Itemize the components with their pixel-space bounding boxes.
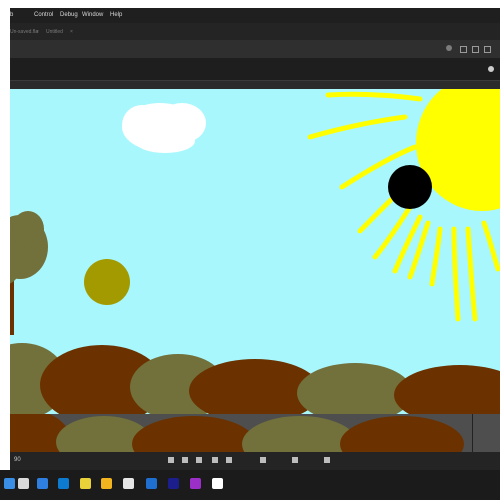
gold-circle [84,259,130,305]
timeline-controls: 90 [10,452,500,470]
windows-taskbar [0,470,500,500]
play-icon[interactable] [446,45,452,51]
chrome-icon[interactable] [80,478,91,489]
window-icon[interactable] [484,46,491,53]
menu-bar: b Control Debug Window Help [10,8,500,23]
stage-canvas[interactable] [10,89,500,414]
search-icon[interactable] [18,478,29,489]
menu-item-view[interactable]: b [10,12,13,18]
scrollbar-divider [472,414,473,452]
black-circle [388,165,432,209]
taskview-icon[interactable] [37,478,48,489]
tab-untitled-close-icon[interactable]: × [70,29,73,35]
tab-unsaved[interactable]: Un-saved.fla [10,29,38,35]
store-icon[interactable] [123,478,134,489]
play-icon[interactable] [196,457,202,463]
word-icon[interactable] [212,478,223,489]
play-icon[interactable] [324,457,330,463]
loop-icon[interactable] [226,457,232,463]
settings-icon[interactable] [472,46,479,53]
rewind-icon[interactable] [168,457,174,463]
tab-unsaved-close-icon[interactable]: × [36,29,39,35]
tab-untitled[interactable]: Untitled [46,29,63,35]
mail-icon[interactable] [146,478,157,489]
top-toolbar [10,40,500,58]
tree [10,211,48,335]
grid-icon[interactable] [460,46,467,53]
animate-icon[interactable] [190,478,201,489]
edit-bar [10,58,500,81]
document-tab-bar: Un-saved.fla × Untitled × [10,23,500,40]
drawing [10,89,500,414]
photoshop-icon[interactable] [168,478,179,489]
menu-item-control[interactable]: Control [34,12,53,18]
onion-skin-icon[interactable] [260,457,266,463]
explorer-icon[interactable] [101,478,112,489]
edit-icon[interactable] [292,457,298,463]
windows-start-icon[interactable] [4,478,15,489]
pasteboard-lower [10,414,500,452]
edge-icon[interactable] [58,478,69,489]
step-forward-icon[interactable] [212,457,218,463]
menu-item-help[interactable]: Help [110,12,122,18]
hills [10,343,500,414]
animate-app-window: b Control Debug Window Help Un-saved.fla… [10,8,500,482]
menu-item-window[interactable]: Window [82,12,103,18]
cloud [122,103,206,153]
options-icon[interactable] [488,66,494,72]
zoom-level[interactable]: 90 [14,457,21,463]
menu-item-debug[interactable]: Debug [60,12,78,18]
step-back-icon[interactable] [182,457,188,463]
hills-lower [10,414,464,452]
